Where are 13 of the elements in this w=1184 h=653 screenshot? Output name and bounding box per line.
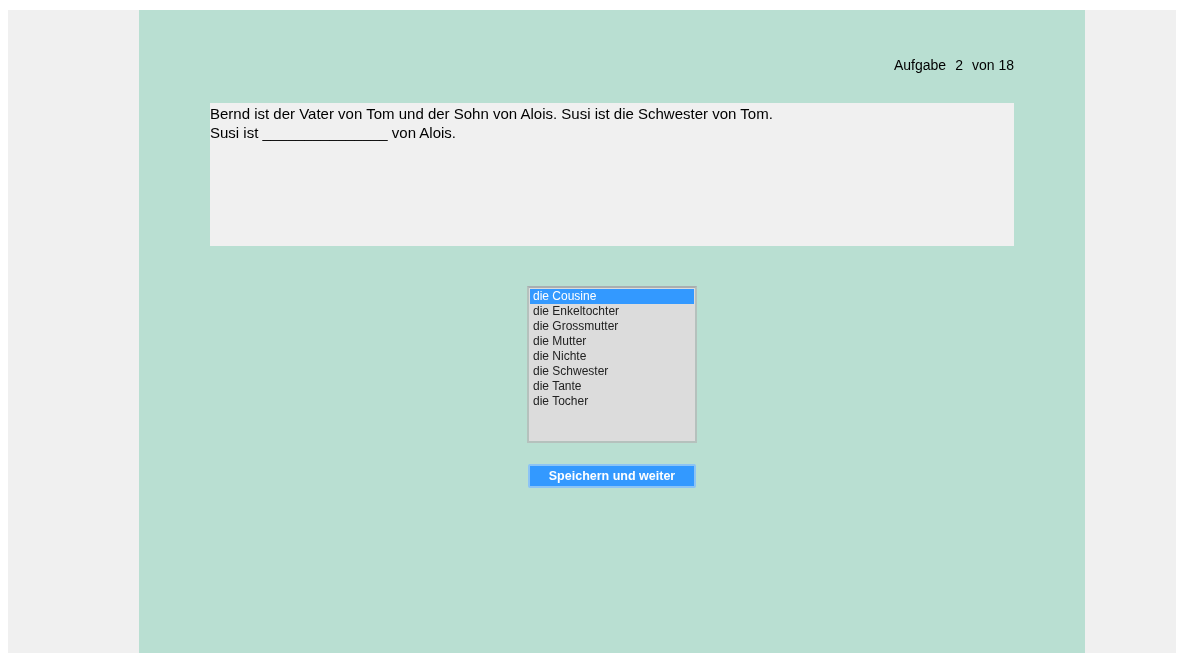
- list-item[interactable]: die Schwester: [530, 364, 694, 379]
- list-item[interactable]: die Enkeltochter: [530, 304, 694, 319]
- list-item[interactable]: die Tocher: [530, 394, 694, 409]
- question-text: Susi ist _______________ von Alois.: [210, 123, 457, 142]
- list-item[interactable]: die Grossmutter: [530, 319, 694, 334]
- task-number: 2: [955, 57, 963, 73]
- task-label: Aufgabe: [894, 57, 947, 73]
- list-item[interactable]: die Nichte: [530, 349, 694, 364]
- answer-listbox[interactable]: die Cousine die Enkeltochter die Grossmutter die Mutter die Nichte die Schwester die Tante die Tocher: [527, 286, 697, 443]
- list-item[interactable]: die Tante: [530, 379, 694, 394]
- task-total: von 18: [971, 57, 1014, 73]
- question-text: Bernd ist der Vater von Tom und der Sohn von Alois. Susi ist die Schwester von Tom.: [210, 104, 773, 123]
- list-item[interactable]: die Mutter: [530, 334, 694, 349]
